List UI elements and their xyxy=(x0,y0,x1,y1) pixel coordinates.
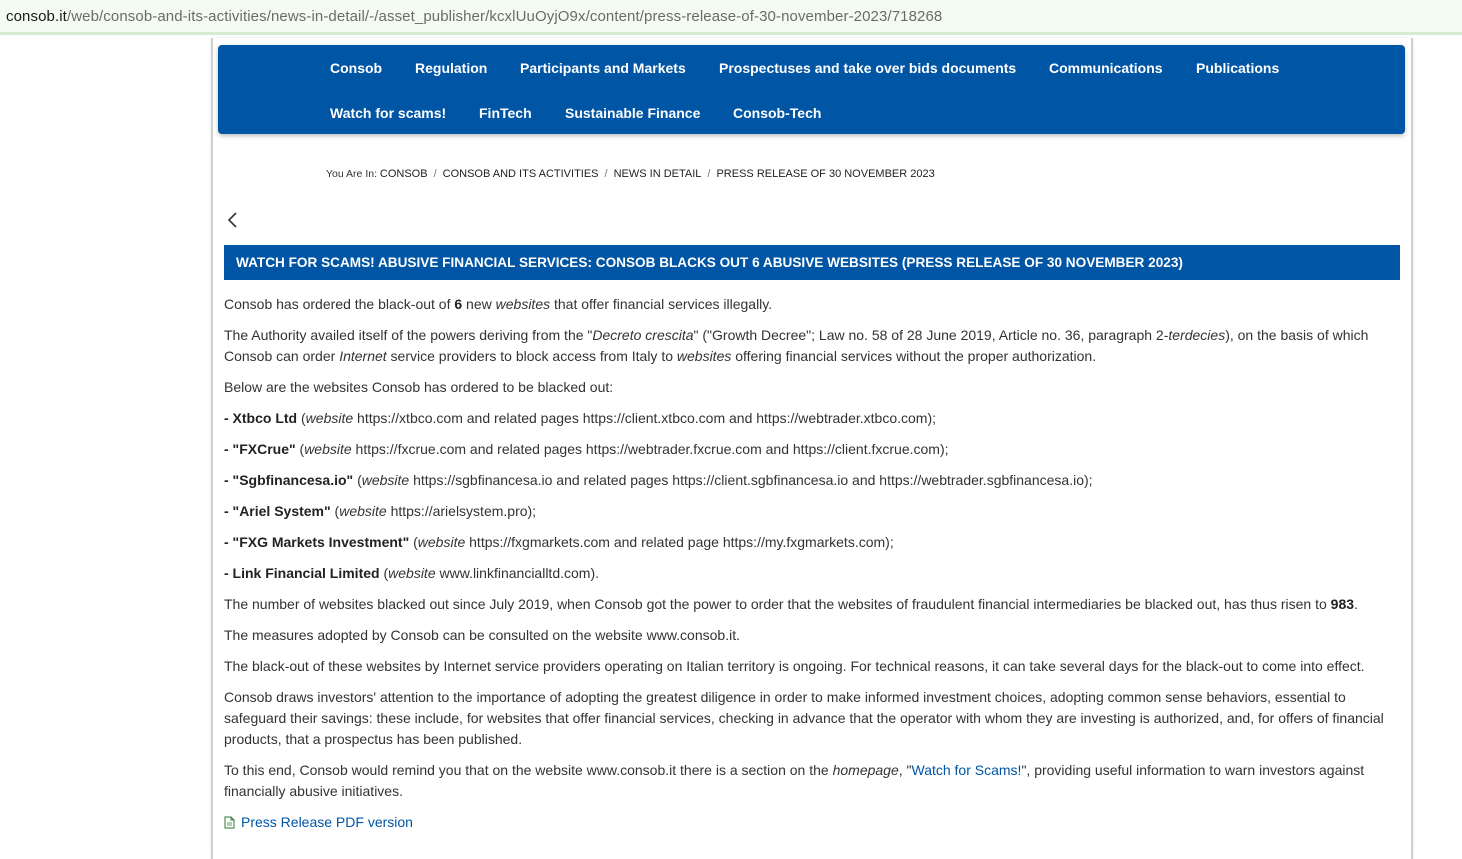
paragraph-diligence: Consob draws investors' attention to the… xyxy=(224,689,1384,747)
article-body: Consob has ordered the black-out of 6 ne… xyxy=(224,294,1400,833)
paragraph-list-intro: Below are the websites Consob has ordere… xyxy=(224,379,614,395)
breadcrumb-item-consob[interactable]: CONSOB xyxy=(380,168,428,180)
breadcrumb-item-current: PRESS RELEASE OF 30 NOVEMBER 2023 xyxy=(716,168,935,180)
list-item: - Xtbco Ltd (website https://xtbco.com a… xyxy=(224,410,936,426)
browser-url-bar[interactable]: consob.it/web/consob-and-its-activities/… xyxy=(0,0,1462,35)
breadcrumb-item-activities[interactable]: CONSOB AND ITS ACTIVITIES xyxy=(443,168,599,180)
nav-consob-tech[interactable]: Consob-Tech xyxy=(733,105,821,121)
breadcrumb-separator: / xyxy=(707,168,711,180)
press-release-pdf-link[interactable]: Press Release PDF version xyxy=(224,812,1400,833)
nav-watch-for-scams[interactable]: Watch for scams! xyxy=(330,105,446,121)
nav-communications[interactable]: Communications xyxy=(1049,60,1163,76)
nav-sustainable-finance[interactable]: Sustainable Finance xyxy=(565,105,700,121)
nav-consob[interactable]: Consob xyxy=(330,60,382,76)
article-title: WATCH FOR SCAMS! ABUSIVE FINANCIAL SERVI… xyxy=(224,245,1400,280)
pdf-file-icon xyxy=(224,816,235,829)
paragraph-count: The number of websites blacked out since… xyxy=(224,596,1358,612)
url-host: consob.it xyxy=(6,8,67,25)
list-item: - "Ariel System" (website https://ariels… xyxy=(224,503,537,519)
watch-for-scams-link[interactable]: Watch for Scams! xyxy=(912,762,1022,778)
nav-fintech[interactable]: FinTech xyxy=(479,105,532,121)
list-item: - "FXCrue" (website https://fxcrue.com a… xyxy=(224,441,949,457)
main-navigation: Consob Regulation Participants and Marke… xyxy=(218,45,1405,134)
paragraph-ongoing: The black-out of these websites by Inter… xyxy=(224,658,1365,674)
breadcrumb-separator: / xyxy=(604,168,608,180)
list-item: - "FXG Markets Investment" (website http… xyxy=(224,534,894,550)
paragraph-measures: The measures adopted by Consob can be co… xyxy=(224,627,740,643)
list-item: - Link Financial Limited (website www.li… xyxy=(224,565,599,581)
breadcrumb: You Are In: CONSOB / CONSOB AND ITS ACTIVI… xyxy=(326,168,935,180)
breadcrumb-item-news[interactable]: NEWS IN DETAIL xyxy=(614,168,702,180)
nav-participants-and-markets[interactable]: Participants and Markets xyxy=(520,60,686,76)
nav-prospectuses[interactable]: Prospectuses and take over bids document… xyxy=(719,60,1016,76)
breadcrumb-separator: / xyxy=(433,168,437,180)
url-text[interactable]: consob.it/web/consob-and-its-activities/… xyxy=(6,8,942,25)
list-item: - "Sgbfinancesa.io" (website https://sgb… xyxy=(224,472,1093,488)
breadcrumb-prefix: You Are In: xyxy=(326,168,380,180)
paragraph-remind: To this end, Consob would remind you tha… xyxy=(224,762,1365,799)
url-path: /web/consob-and-its-activities/news-in-d… xyxy=(66,8,943,25)
paragraph-authority: The Authority availed itself of the powe… xyxy=(224,327,1369,364)
paragraph-intro: Consob has ordered the black-out of 6 ne… xyxy=(224,296,773,312)
nav-publications[interactable]: Publications xyxy=(1196,60,1279,76)
nav-regulation[interactable]: Regulation xyxy=(415,60,487,76)
chevron-left-icon[interactable] xyxy=(226,211,240,229)
pdf-link-label: Press Release PDF version xyxy=(241,814,413,830)
